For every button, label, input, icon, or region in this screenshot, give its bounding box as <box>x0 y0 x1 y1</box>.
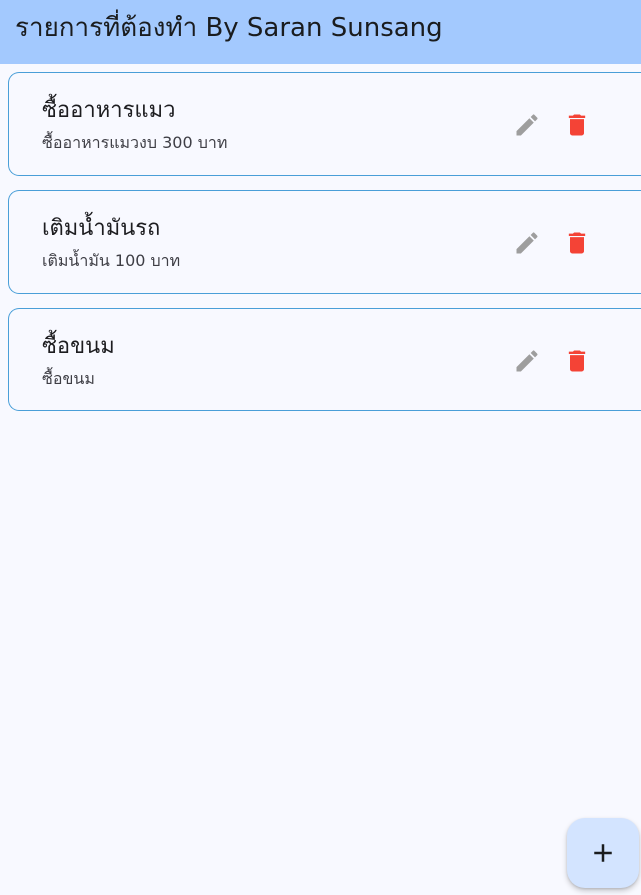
page-title: รายการที่ต้องทำ By Saran Sunsang <box>15 13 443 43</box>
trash-icon <box>568 350 586 372</box>
delete-button[interactable] <box>561 227 593 259</box>
trash-icon <box>568 232 586 254</box>
todo-card[interactable]: ซื้ออาหารแมว ซื้ออาหารแมวงบ 300 บาท <box>8 72 641 176</box>
todo-subtitle: เติมน้ำมัน 100 บาท <box>42 251 181 270</box>
app-bar: รายการที่ต้องทำ By Saran Sunsang <box>0 0 641 64</box>
pencil-icon <box>516 232 538 254</box>
todo-title: เติมน้ำมันรถ <box>42 216 161 241</box>
edit-button[interactable] <box>511 227 543 259</box>
pencil-icon <box>516 350 538 372</box>
delete-button[interactable] <box>561 345 593 377</box>
plus-icon <box>594 844 612 862</box>
add-button[interactable] <box>567 818 639 888</box>
todo-card[interactable]: ซื้อขนม ซื้อขนม <box>8 308 641 411</box>
todo-list: ซื้ออาหารแมว ซื้ออาหารแมวงบ 300 บาท เติม… <box>8 72 641 425</box>
trash-icon <box>568 114 586 136</box>
todo-title: ซื้ออาหารแมว <box>42 98 176 123</box>
todo-subtitle: ซื้อขนม <box>42 369 95 388</box>
edit-button[interactable] <box>511 345 543 377</box>
delete-button[interactable] <box>561 109 593 141</box>
todo-card[interactable]: เติมน้ำมันรถ เติมน้ำมัน 100 บาท <box>8 190 641 294</box>
pencil-icon <box>516 114 538 136</box>
todo-title: ซื้อขนม <box>42 334 115 359</box>
todo-subtitle: ซื้ออาหารแมวงบ 300 บาท <box>42 133 228 152</box>
edit-button[interactable] <box>511 109 543 141</box>
